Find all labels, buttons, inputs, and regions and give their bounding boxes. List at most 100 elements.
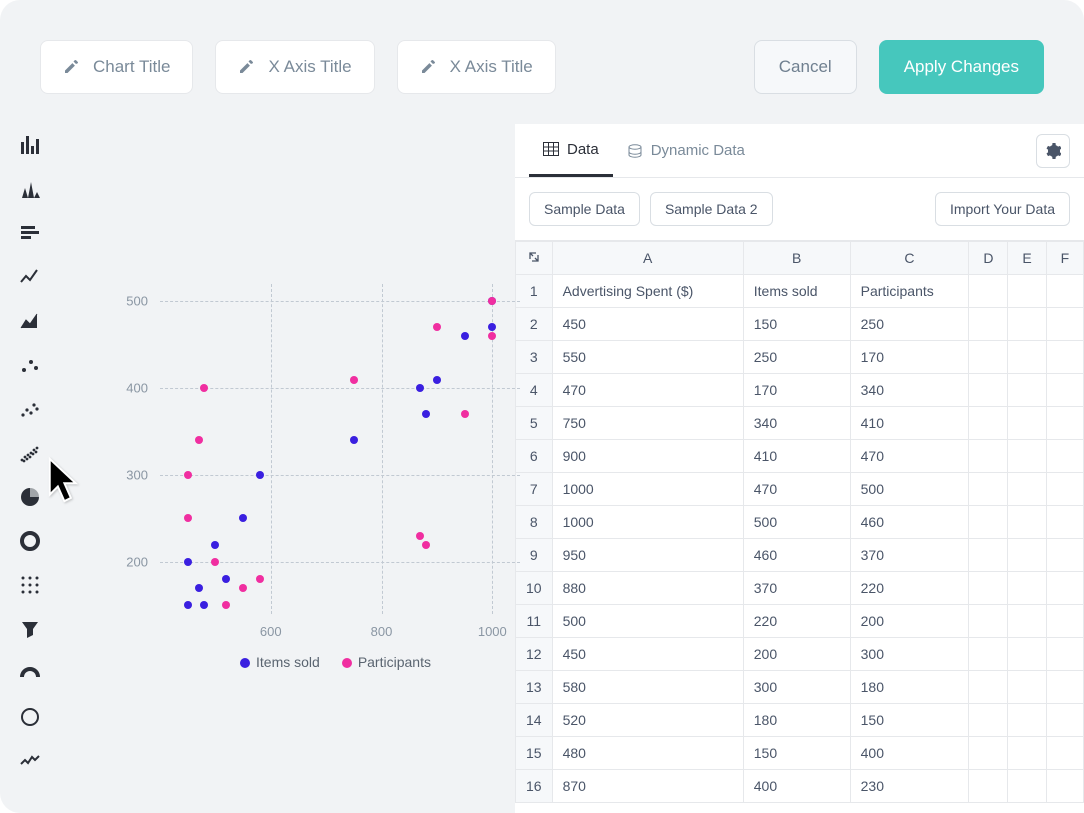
cell[interactable]: 340 (850, 374, 969, 407)
cell[interactable] (1046, 374, 1083, 407)
cell[interactable] (1008, 308, 1046, 341)
cell[interactable]: 1000 (552, 473, 743, 506)
cell[interactable] (1046, 440, 1083, 473)
donut-icon[interactable] (19, 530, 41, 552)
cell[interactable]: 460 (850, 506, 969, 539)
line-chart-icon[interactable] (19, 266, 41, 288)
cell[interactable]: 150 (850, 704, 969, 737)
x-axis-title-input[interactable]: X Axis Title (215, 40, 374, 94)
cell[interactable] (1008, 374, 1046, 407)
cell[interactable] (1008, 473, 1046, 506)
funnel-icon[interactable] (19, 618, 41, 640)
scatter-dense-icon[interactable] (19, 442, 41, 464)
scatter-dots-icon[interactable] (19, 398, 41, 420)
cell[interactable] (969, 473, 1008, 506)
cell[interactable] (1008, 407, 1046, 440)
cell[interactable]: 470 (743, 473, 850, 506)
cell[interactable]: 150 (743, 308, 850, 341)
cell[interactable]: Items sold (743, 275, 850, 308)
cell[interactable] (1046, 605, 1083, 638)
area-chart-icon[interactable] (19, 310, 41, 332)
cell[interactable]: 470 (850, 440, 969, 473)
cell[interactable] (1008, 671, 1046, 704)
cell[interactable]: 170 (743, 374, 850, 407)
cell[interactable]: 500 (850, 473, 969, 506)
chart-title-input[interactable]: Chart Title (40, 40, 193, 94)
cell[interactable]: 250 (743, 341, 850, 374)
cell[interactable] (1008, 638, 1046, 671)
col-header[interactable]: E (1008, 242, 1046, 275)
cell[interactable]: 180 (743, 704, 850, 737)
cell[interactable]: 950 (552, 539, 743, 572)
cell[interactable]: 250 (850, 308, 969, 341)
cell[interactable] (969, 407, 1008, 440)
tab-dynamic-data[interactable]: Dynamic Data (613, 124, 759, 177)
cell[interactable] (969, 704, 1008, 737)
cell[interactable] (1008, 341, 1046, 374)
sample-data-2-button[interactable]: Sample Data 2 (650, 192, 773, 226)
cell[interactable] (969, 374, 1008, 407)
cell[interactable] (1008, 605, 1046, 638)
cell[interactable] (969, 275, 1008, 308)
cell[interactable] (969, 638, 1008, 671)
cell[interactable]: 370 (850, 539, 969, 572)
col-header[interactable]: A (552, 242, 743, 275)
cell[interactable]: 220 (850, 572, 969, 605)
cell[interactable]: 460 (743, 539, 850, 572)
cell[interactable]: 150 (743, 737, 850, 770)
row-header[interactable]: 14 (516, 704, 553, 737)
cell[interactable] (1008, 737, 1046, 770)
cell[interactable]: 450 (552, 638, 743, 671)
cell[interactable] (969, 572, 1008, 605)
cell[interactable]: 410 (850, 407, 969, 440)
cell[interactable] (1046, 275, 1083, 308)
cell[interactable]: 300 (743, 671, 850, 704)
spreadsheet[interactable]: ABCDEF1Advertising Spent ($)Items soldPa… (515, 240, 1084, 813)
cell[interactable]: 340 (743, 407, 850, 440)
cell[interactable] (969, 737, 1008, 770)
cell[interactable] (1046, 671, 1083, 704)
cell[interactable] (1008, 440, 1046, 473)
cell[interactable]: 220 (743, 605, 850, 638)
cell[interactable] (1046, 539, 1083, 572)
cell[interactable]: 520 (552, 704, 743, 737)
cell[interactable]: 500 (552, 605, 743, 638)
sample-data-button[interactable]: Sample Data (529, 192, 640, 226)
cell[interactable] (1046, 704, 1083, 737)
column-chart-icon[interactable] (19, 178, 41, 200)
cell[interactable]: 400 (743, 770, 850, 803)
col-header[interactable]: F (1046, 242, 1083, 275)
radial-icon[interactable] (19, 706, 41, 728)
cell[interactable] (1046, 572, 1083, 605)
cell[interactable] (969, 440, 1008, 473)
cell[interactable] (1008, 572, 1046, 605)
cell[interactable] (1046, 737, 1083, 770)
gauge-icon[interactable] (19, 662, 41, 684)
cell[interactable]: 500 (743, 506, 850, 539)
cell[interactable]: 370 (743, 572, 850, 605)
cell[interactable]: Advertising Spent ($) (552, 275, 743, 308)
cell[interactable]: 550 (552, 341, 743, 374)
cell[interactable]: 470 (552, 374, 743, 407)
cell[interactable]: Participants (850, 275, 969, 308)
cell[interactable] (1008, 770, 1046, 803)
col-header[interactable]: C (850, 242, 969, 275)
import-data-button[interactable]: Import Your Data (935, 192, 1070, 226)
scatter-sparse-icon[interactable] (19, 354, 41, 376)
cell[interactable] (1046, 308, 1083, 341)
cell[interactable] (969, 605, 1008, 638)
cell[interactable]: 200 (850, 605, 969, 638)
settings-button[interactable] (1036, 134, 1070, 168)
cell[interactable] (969, 539, 1008, 572)
cell[interactable]: 880 (552, 572, 743, 605)
cell[interactable]: 480 (552, 737, 743, 770)
cell[interactable] (969, 308, 1008, 341)
cell[interactable]: 450 (552, 308, 743, 341)
stacked-bar-icon[interactable] (19, 222, 41, 244)
bar-chart-icon[interactable] (19, 134, 41, 156)
cell[interactable] (969, 671, 1008, 704)
row-header[interactable]: 16 (516, 770, 553, 803)
row-header[interactable]: 15 (516, 737, 553, 770)
col-header[interactable]: B (743, 242, 850, 275)
cell[interactable]: 230 (850, 770, 969, 803)
